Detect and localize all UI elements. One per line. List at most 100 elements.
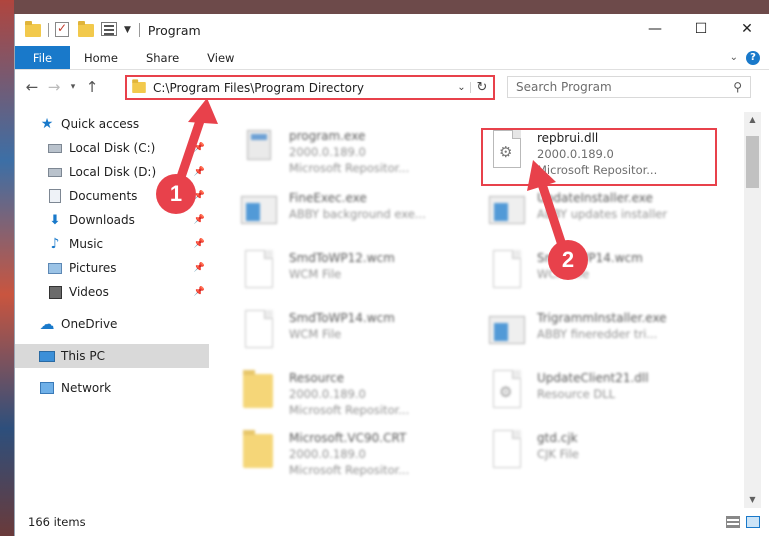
desktop-background [0, 0, 14, 536]
sidebar-item-this-pc[interactable]: This PC [15, 344, 209, 368]
refresh-icon[interactable]: ↻ [471, 80, 493, 95]
maximize-button[interactable]: ☐ [678, 14, 724, 44]
search-input[interactable]: Search Program ⚲ [507, 76, 751, 98]
file-detail: WCM File [289, 267, 342, 281]
file-item[interactable]: program.exe 2000.0.189.0 Microsoft Repos… [239, 126, 479, 182]
chevron-down-icon[interactable]: ⌄ [730, 52, 738, 63]
file-name: Microsoft.VC90.CRT [289, 431, 407, 445]
close-button[interactable]: ✕ [724, 14, 769, 44]
scroll-down-arrow-icon[interactable]: ▼ [744, 492, 761, 508]
app-icon [239, 188, 279, 236]
download-icon: ⬇ [49, 212, 61, 228]
file-name: FineExec.exe [289, 191, 367, 205]
disk-icon [47, 164, 63, 180]
pin-icon[interactable]: 📌 [194, 167, 205, 177]
file-name: program.exe [289, 129, 366, 143]
sidebar-item-local-disk-c[interactable]: Local Disk (C:) 📌 [15, 136, 209, 160]
file-item[interactable]: UpdateClient21.dll Resource DLL [487, 368, 727, 424]
toolbar-divider [138, 23, 140, 37]
file-name: UpdateClient21.dll [537, 371, 649, 385]
folder-icon [25, 21, 41, 38]
file-item[interactable]: FineExec.exe ABBY background exe... [239, 188, 479, 244]
gear-file-icon [487, 368, 527, 416]
sidebar-item-music[interactable]: ♪ Music 📌 [15, 232, 209, 256]
forward-arrow-icon[interactable]: → [43, 78, 65, 96]
file-detail: ABBY background exe... [289, 207, 426, 221]
step-2-badge: 2 [548, 240, 588, 280]
navigation-pane: ★ Quick access Local Disk (C:) 📌 Local D… [15, 112, 209, 508]
computer-icon [39, 348, 55, 364]
sidebar-item-videos[interactable]: Videos 📌 [15, 280, 209, 304]
view-toggle [726, 516, 760, 528]
sidebar-item-label: Music [69, 237, 104, 251]
properties-icon[interactable] [101, 22, 117, 38]
help-icon[interactable]: ? [746, 50, 760, 65]
scroll-up-arrow-icon[interactable]: ▲ [744, 112, 761, 128]
sidebar-item-label: Quick access [61, 117, 140, 131]
pin-icon[interactable]: 📌 [194, 143, 205, 153]
app-icon [487, 308, 527, 356]
window-title: Program [147, 22, 201, 38]
address-bar[interactable]: C:\Program Files\Program Directory ⌄ ↻ [125, 75, 495, 100]
search-placeholder[interactable]: Search Program [516, 80, 733, 94]
sidebar-item-label: Pictures [69, 261, 117, 275]
file-name: gtd.cjk [537, 431, 578, 445]
pin-icon[interactable]: 📌 [194, 239, 205, 249]
tab-file[interactable]: File [15, 46, 70, 69]
sidebar-item-onedrive[interactable]: ☁ OneDrive [15, 312, 209, 336]
address-path[interactable]: C:\Program Files\Program Directory [153, 81, 453, 95]
sidebar-item-label: Local Disk (C:) [69, 141, 156, 155]
file-name: Resource [289, 371, 345, 385]
file-item[interactable]: TrigrammInstaller.exe ABBY fineredder tr… [487, 308, 727, 364]
pin-icon[interactable]: 📌 [194, 263, 205, 273]
sidebar-item-label: Local Disk (D:) [69, 165, 157, 179]
file-item[interactable]: SmdToWP12.wcm WCM File [239, 248, 479, 304]
exe-icon [239, 126, 279, 174]
file-item[interactable]: Resource 2000.0.189.0 Microsoft Reposito… [239, 368, 479, 424]
folder-icon [132, 79, 146, 94]
customize-toolbar-chevron-icon[interactable]: ▼ [124, 25, 131, 35]
file-detail: Microsoft Repositor... [289, 161, 410, 175]
file-detail: ABBY updates installer [537, 207, 668, 221]
scroll-thumb[interactable] [746, 136, 759, 188]
up-arrow-icon[interactable]: ↑ [81, 78, 103, 96]
navigation-bar: ← → ▾ ↑ C:\Program Files\Program Directo… [15, 70, 769, 104]
sidebar-item-network[interactable]: Network [15, 376, 209, 400]
search-icon[interactable]: ⚲ [733, 80, 742, 94]
sidebar-item-quick-access[interactable]: ★ Quick access [15, 112, 209, 136]
network-icon [39, 380, 55, 396]
item-count: 166 items [28, 515, 86, 529]
blank-file-icon [487, 248, 527, 296]
pin-icon[interactable]: 📌 [194, 287, 205, 297]
file-item[interactable]: gtd.cjk CJK File [487, 428, 727, 484]
music-icon: ♪ [50, 236, 60, 252]
toolbar-divider [48, 23, 49, 37]
address-history-chevron-icon[interactable]: ⌄ [453, 82, 471, 93]
blank-file-icon [239, 248, 279, 296]
file-item[interactable]: Microsoft.VC90.CRT 2000.0.189.0 Microsof… [239, 428, 479, 484]
sidebar-item-pictures[interactable]: Pictures 📌 [15, 256, 209, 280]
tab-share[interactable]: Share [132, 46, 193, 69]
file-item[interactable]: SmdToWP14.wcm WCM File [487, 248, 727, 304]
title-bar: ▼ Program — ☐ ✕ [15, 14, 769, 46]
file-detail: Microsoft Repositor... [289, 463, 410, 477]
recent-locations-chevron-icon[interactable]: ▾ [65, 82, 81, 92]
status-bar: 166 items [15, 508, 769, 536]
vertical-scrollbar[interactable]: ▲ ▼ [744, 112, 761, 508]
new-folder-icon[interactable] [78, 21, 94, 38]
minimize-button[interactable]: — [632, 14, 678, 44]
back-arrow-icon[interactable]: ← [21, 78, 43, 96]
pin-icon[interactable]: 📌 [194, 215, 205, 225]
file-item[interactable]: SmdToWP14.wcm WCM File [239, 308, 479, 364]
file-item[interactable]: UpdateInstaller.exe ABBY updates install… [487, 188, 727, 244]
details-view-icon[interactable] [726, 516, 740, 528]
file-list: program.exe 2000.0.189.0 Microsoft Repos… [219, 112, 744, 508]
tiles-view-icon[interactable] [746, 516, 760, 528]
sidebar-item-label: Videos [69, 285, 109, 299]
tab-view[interactable]: View [193, 46, 248, 69]
file-detail: WCM File [289, 327, 342, 341]
file-name: SmdToWP12.wcm [289, 251, 395, 265]
folder-icon [239, 428, 279, 476]
tab-home[interactable]: Home [70, 46, 132, 69]
checkmark-icon[interactable] [55, 21, 71, 38]
